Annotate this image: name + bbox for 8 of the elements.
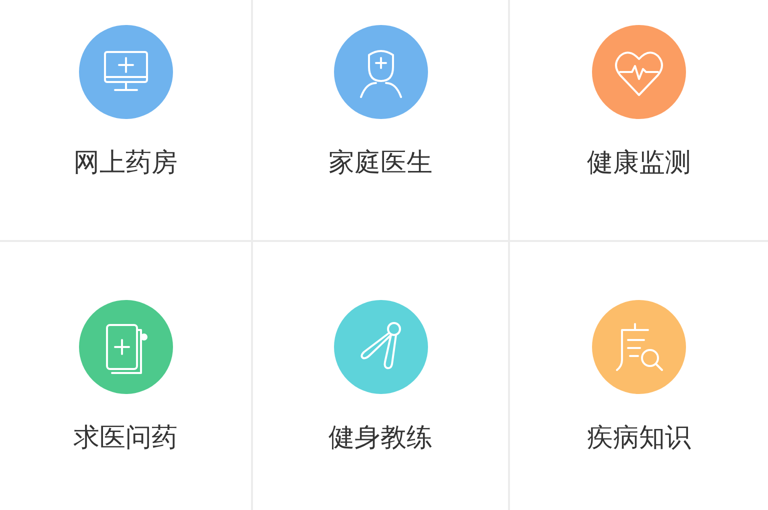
service-label: 疾病知识	[587, 422, 691, 455]
service-label: 家庭医生	[328, 147, 432, 180]
service-label: 网上药房	[74, 147, 178, 180]
service-tile[interactable]: 网上药房	[0, 0, 253, 242]
service-label: 健康监测	[587, 147, 691, 180]
service-label: 求医问药	[74, 422, 178, 455]
service-label: 健身教练	[328, 422, 432, 455]
service-tile[interactable]: 家庭医生	[253, 0, 510, 242]
